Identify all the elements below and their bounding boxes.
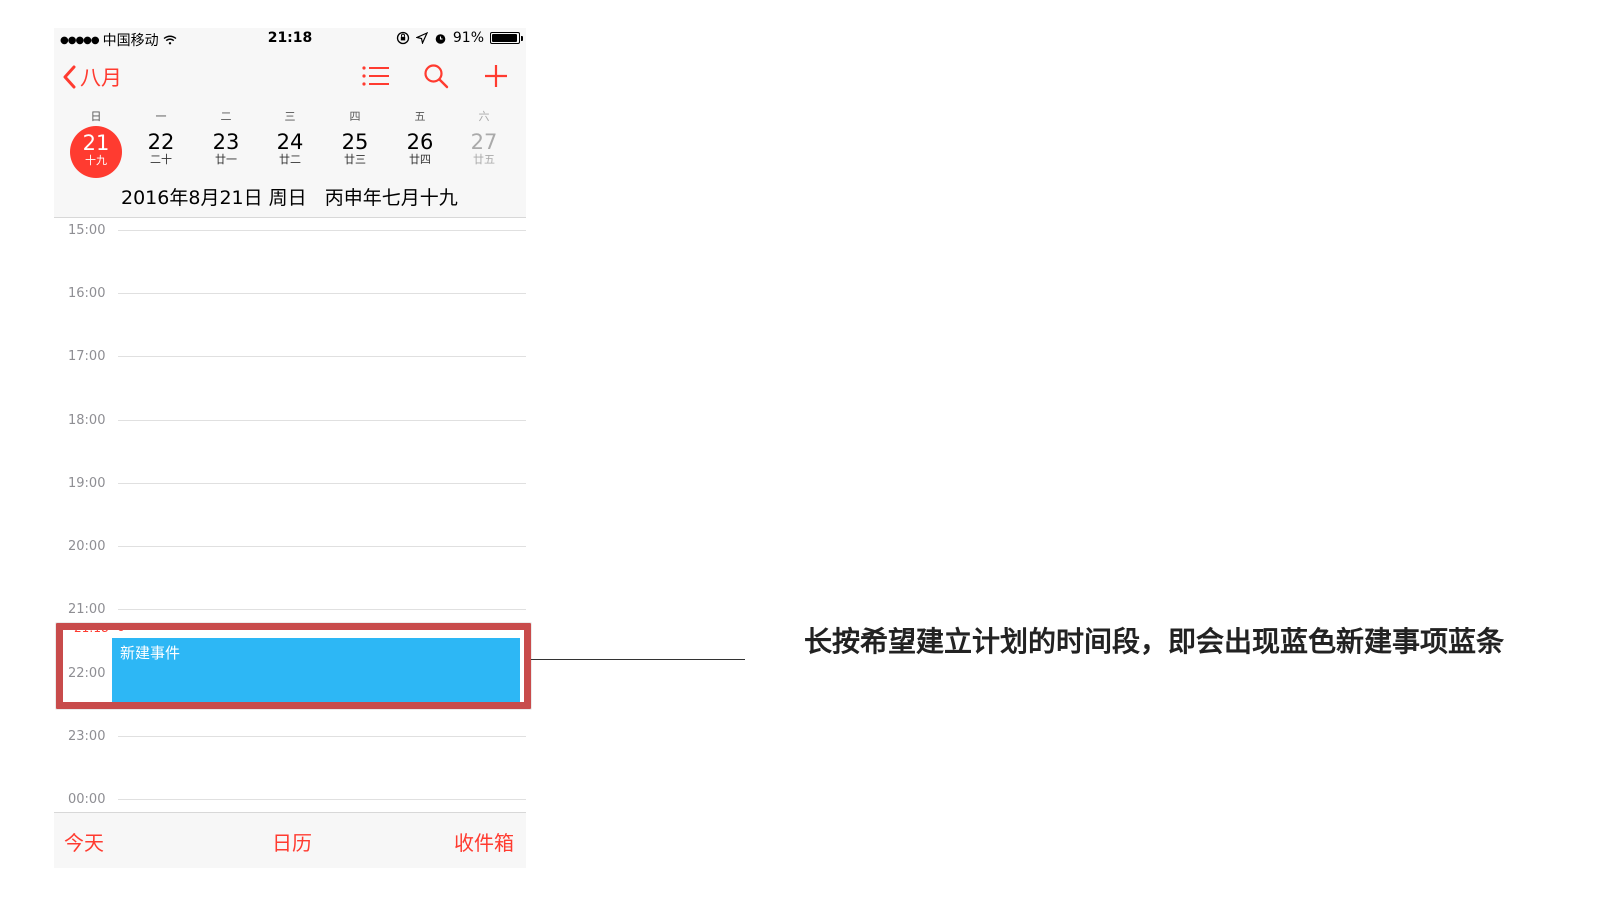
weekday-label: 四 (349, 110, 361, 123)
lunar-date: 廿一 (215, 153, 237, 166)
battery-percent: 91% (452, 30, 484, 46)
day-cell[interactable]: 27 廿五 (457, 124, 511, 178)
calendar-header: ●●●●● 中国移动 21:18 91% 八月 日 一 二 三 四 五 六 21… (54, 28, 526, 218)
hour-divider (118, 420, 526, 421)
day-timeline[interactable]: 15:00 16:00 17:00 18:00 19:00 20:00 21:0… (54, 218, 526, 818)
week-strip: 21 十九 22 二十 23 廿一 24 廿二 25 廿三 26 廿四 27 廿… (54, 124, 526, 182)
hour-label: 20:00 (68, 539, 106, 554)
tab-inbox[interactable]: 收件箱 (454, 827, 514, 856)
weekday-label: 六 (478, 110, 490, 123)
day-cell[interactable]: 22 二十 (134, 124, 188, 178)
tab-bar: 今天 日历 收件箱 (54, 812, 526, 868)
hour-divider (118, 483, 526, 484)
hour-divider (118, 356, 526, 357)
hour-row: 15:00 (54, 223, 526, 238)
navigation-bar: 八月 (54, 58, 526, 98)
back-label: 八月 (80, 66, 122, 90)
hour-row: 16:00 (54, 286, 526, 301)
location-icon (415, 32, 428, 44)
status-bar: ●●●●● 中国移动 21:18 91% (54, 28, 526, 50)
hour-label: 18:00 (68, 413, 106, 428)
day-cell[interactable]: 26 廿四 (393, 124, 447, 178)
day-number: 21 (82, 131, 110, 155)
hour-row: 00:00 (54, 792, 526, 807)
alarm-icon (435, 33, 446, 44)
hour-row: 20:00 (54, 539, 526, 554)
hour-label: 23:00 (68, 729, 106, 744)
hour-label: 15:00 (68, 223, 106, 238)
day-cell[interactable]: 23 廿一 (199, 124, 253, 178)
annotation-text: 长按希望建立计划的时间段，即会出现蓝色新建事项蓝条 (804, 625, 1505, 658)
lunar-date: 廿二 (279, 153, 301, 166)
callout-connector-line (531, 659, 745, 660)
weekday-header: 日 一 二 三 四 五 六 (54, 108, 526, 124)
day-number: 22 (147, 130, 175, 154)
lunar-date: 廿四 (409, 153, 431, 166)
weekday-label: 五 (414, 110, 426, 123)
day-number: 25 (341, 130, 369, 154)
day-cell-selected[interactable]: 21 十九 (70, 126, 122, 178)
hour-divider (118, 736, 526, 737)
hour-row: 21:00 (54, 602, 526, 617)
lunar-date: 十九 (85, 154, 107, 167)
phone-screen: ●●●●● 中国移动 21:18 91% 八月 日 一 二 三 四 五 六 21… (54, 28, 526, 868)
search-button[interactable] (420, 60, 452, 92)
search-icon (424, 64, 449, 89)
hour-row: 18:00 (54, 413, 526, 428)
tab-today[interactable]: 今天 (64, 827, 104, 856)
hour-label: 16:00 (68, 286, 106, 301)
day-cell[interactable]: 25 廿三 (328, 124, 382, 178)
hour-divider (118, 609, 526, 610)
chevron-left-icon (63, 65, 76, 89)
lunar-date: 廿三 (344, 153, 366, 166)
highlight-box (56, 623, 531, 709)
day-number: 27 (470, 130, 498, 154)
weekday-label: 日 (90, 110, 102, 123)
hour-row: 19:00 (54, 476, 526, 491)
add-event-button[interactable] (480, 60, 512, 92)
battery-icon (490, 32, 523, 44)
add-icon (485, 65, 507, 87)
hour-label: 21:00 (68, 602, 106, 617)
weekday-label: 二 (220, 110, 232, 123)
list-view-button[interactable] (360, 60, 392, 92)
hour-label: 17:00 (68, 349, 106, 364)
hour-divider (118, 546, 526, 547)
hour-row: 23:00 (54, 729, 526, 744)
hour-divider (118, 799, 526, 800)
lunar-date: 廿五 (473, 153, 495, 166)
lunar-date: 二十 (150, 153, 172, 166)
day-number: 23 (212, 130, 240, 154)
hour-divider (118, 293, 526, 294)
rotation-lock-icon (396, 31, 410, 45)
weekday-label: 三 (284, 110, 296, 123)
day-number: 24 (276, 130, 304, 154)
hour-label: 00:00 (68, 792, 106, 807)
hour-row: 17:00 (54, 349, 526, 364)
day-cell[interactable]: 24 廿二 (263, 124, 317, 178)
day-number: 26 (406, 130, 434, 154)
hour-label: 19:00 (68, 476, 106, 491)
selected-date-text: 2016年8月21日 周日 丙申年七月十九 (121, 187, 458, 209)
back-to-month-button[interactable]: 八月 (62, 62, 122, 92)
list-icon (362, 66, 389, 86)
tab-calendars[interactable]: 日历 (272, 827, 312, 856)
weekday-label: 一 (155, 110, 167, 123)
hour-divider (118, 230, 526, 231)
